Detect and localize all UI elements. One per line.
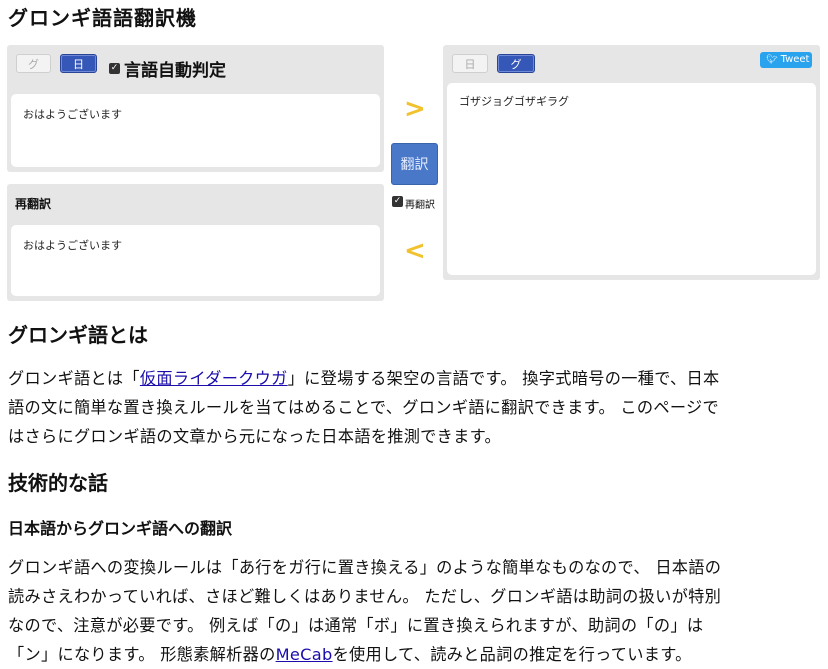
tech-text-line1: グロンギ語への変換ルールは「あ行をガ行に置き換える」のような簡単なものなので、 … [8, 558, 722, 577]
input-panel: グ 日 ✓ 言語自動判定 おはようございます [7, 45, 384, 172]
tweet-button[interactable]: 🐦︎ Tweet [760, 52, 812, 68]
tech-text-line2: 読みさえわかっていれば、さほど難しくはありません。 ただし、グロンギ語は助詞の扱… [8, 587, 722, 606]
retranslate-checkbox-label: 再翻訳 [405, 200, 435, 211]
source-lang-gurongi-button[interactable]: グ [16, 54, 51, 73]
retranslate-text: おはようございます [11, 225, 380, 296]
kamen-rider-kuuga-link[interactable]: 仮面ライダークウガ [140, 369, 288, 388]
tech-paragraph: グロンギ語への変換ルールは「あ行をガ行に置き換える」のような簡単なものなので、 … [8, 553, 820, 669]
tech-heading: 技術的な話 [8, 471, 108, 495]
about-heading: グロンギ語とは [8, 323, 148, 347]
twitter-bird-icon: 🐦︎ [766, 55, 778, 65]
page-title: グロンギ語語翻訳機 [8, 6, 197, 30]
retranslate-panel: 再翻訳 おはようございます [7, 184, 384, 301]
tech-text-line4-post: を使用して、読みと品詞の推定を行っています。 [332, 645, 692, 664]
source-text-input[interactable]: おはようございます [11, 94, 380, 167]
target-lang-gurongi-button[interactable]: グ [497, 54, 535, 73]
arrow-right-icon: > [404, 94, 426, 124]
retranslate-checkbox[interactable]: ✓ [392, 196, 403, 207]
auto-detect-label: 言語自動判定 [124, 61, 226, 81]
output-text: ゴザジョグゴザギラグ [447, 83, 816, 275]
about-paragraph: グロンギ語とは「仮面ライダークウガ」に登場する架空の言語です。 換字式暗号の一種… [8, 364, 820, 451]
ja-to-gurongi-heading: 日本語からグロンギ語への翻訳 [8, 519, 233, 538]
tweet-label: Tweet [780, 54, 810, 65]
about-text-pre: グロンギ語とは「 [8, 369, 140, 388]
retranslate-header: 再翻訳 [15, 197, 52, 211]
auto-detect-checkbox[interactable]: ✓ [109, 63, 120, 74]
translate-button[interactable]: 翻訳 [391, 143, 438, 185]
source-lang-japanese-button[interactable]: 日 [60, 54, 97, 73]
mecab-link[interactable]: MeCab [276, 645, 333, 664]
tech-text-line3: なので、注意が必要です。 例えば「の」は通常「ボ」に置き換えられますが、助詞の「… [8, 616, 704, 635]
arrow-left-icon: < [404, 236, 426, 266]
about-text-post: 」に登場する架空の言語です。 換字式暗号の一種で、日本 [287, 369, 720, 388]
about-text-line2: 語の文に簡単な置き換えルールを当てはめることで、グロンギ語に翻訳できます。 この… [8, 398, 720, 417]
output-panel: 日 グ ゴザジョグゴザギラグ [443, 45, 820, 280]
about-text-line3: はさらにグロンギ語の文章から元になった日本語を推測できます。 [8, 427, 502, 446]
tech-text-line4-pre: 「ン」になります。 形態素解析器の [8, 645, 276, 664]
target-lang-japanese-button[interactable]: 日 [452, 54, 488, 73]
